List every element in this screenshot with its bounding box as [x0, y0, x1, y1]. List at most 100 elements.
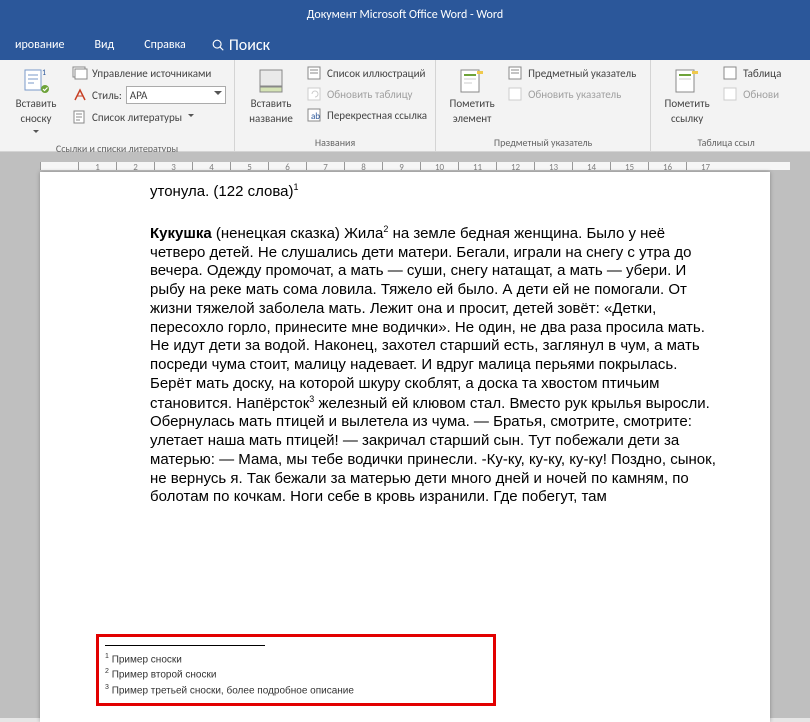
label: Предметный указатель	[528, 67, 636, 80]
group-label: Таблица ссыл	[657, 134, 795, 149]
table-icon	[723, 65, 739, 81]
document-page[interactable]: утонула. (122 слова)1 Кукушка (ненецкая …	[40, 172, 770, 722]
label: Обновить таблицу	[327, 88, 413, 101]
manage-sources-button[interactable]: Управление источниками	[70, 64, 228, 82]
footnote-separator	[105, 645, 265, 646]
footnote-text: Пример третьей сноски, более подробное о…	[112, 685, 354, 696]
ribbon: 1 Вставить сноску Управление источниками…	[0, 60, 810, 152]
crossref-icon: ab	[307, 107, 323, 123]
footnote-1[interactable]: 1 Пример сноски	[105, 652, 450, 667]
group-label: Предметный указатель	[442, 134, 644, 149]
title-bar: Документ Microsoft Office Word - Word	[0, 0, 810, 30]
label: Вставить	[251, 98, 292, 111]
label: Обнови	[743, 88, 779, 101]
label: Пометить	[665, 98, 710, 111]
ruler-tick: 7	[306, 162, 344, 170]
dropdown-arrow-icon	[33, 127, 39, 140]
footnote-text: Пример второй сноски	[112, 670, 217, 681]
document-workarea: 1 2 3 4 5 6 7 8 9 10 11 12 13 14 15 16 1…	[0, 152, 810, 718]
ribbon-group-citations: 1 Вставить сноску Управление источниками…	[0, 60, 235, 151]
ribbon-group-index: Пометить элемент Предметный указатель Об…	[436, 60, 651, 151]
text: (ненецкая сказка) Жила	[212, 225, 384, 242]
style-value: APA	[130, 89, 148, 102]
label: Таблица	[743, 67, 781, 80]
tab-help[interactable]: Справка	[129, 30, 201, 60]
paragraph[interactable]: утонула. (122 слова)1	[150, 182, 720, 202]
ruler-tick: 11	[458, 162, 496, 170]
footnote-text: Пример сноски	[112, 654, 182, 665]
citation-style-row: Стиль: APA	[70, 85, 228, 105]
caption-icon	[257, 67, 285, 95]
list-icon	[307, 65, 323, 81]
label: сноску	[20, 113, 51, 126]
ribbon-group-captions: Вставить название Список иллюстраций Обн…	[235, 60, 436, 151]
update-table-button: Обновить таблицу	[305, 85, 429, 103]
svg-text:ab: ab	[311, 111, 320, 122]
ruler-tick: 10	[420, 162, 458, 170]
ruler-tick: 12	[496, 162, 534, 170]
update-authorities-button: Обнови	[721, 85, 783, 103]
list-illustrations-button[interactable]: Список иллюстраций	[305, 64, 429, 82]
sources-icon	[72, 65, 88, 81]
ruler-tick: 15	[610, 162, 648, 170]
ribbon-group-authorities: Пометить ссылку Таблица Обнови Таблица с…	[651, 60, 801, 151]
style-select[interactable]: APA	[126, 86, 226, 104]
search-icon	[211, 38, 225, 52]
label: Обновить указатель	[528, 88, 621, 101]
index-icon	[508, 65, 524, 81]
label: Пометить	[450, 98, 495, 111]
table-authorities-button[interactable]: Таблица	[721, 64, 783, 82]
label: Список иллюстраций	[327, 67, 426, 80]
style-icon	[72, 87, 88, 103]
ruler-tick	[40, 162, 78, 170]
group-label: Названия	[241, 134, 429, 149]
ruler-tick: 16	[648, 162, 686, 170]
mark-entry-button[interactable]: Пометить элемент	[442, 64, 502, 134]
bibliography-button[interactable]: Список литературы	[70, 108, 228, 126]
update-icon	[307, 86, 323, 102]
footnote-ref-1[interactable]: 1	[294, 182, 299, 192]
window-title: Документ Microsoft Office Word - Word	[307, 8, 503, 22]
label: Управление источниками	[92, 67, 211, 80]
footnote-3[interactable]: 3 Пример третьей сноски, более подробное…	[105, 683, 450, 698]
insert-caption-button[interactable]: Вставить название	[241, 64, 301, 134]
update-icon	[508, 86, 524, 102]
ruler-tick: 17	[686, 162, 724, 170]
cross-reference-button[interactable]: ab Перекрестная ссылка	[305, 106, 429, 124]
ruler-tick: 9	[382, 162, 420, 170]
ruler-tick: 5	[230, 162, 268, 170]
label: ссылку	[671, 113, 703, 126]
mark-citation-icon	[673, 67, 701, 95]
insert-footnote-button[interactable]: 1 Вставить сноску	[6, 64, 66, 140]
subject-index-button[interactable]: Предметный указатель	[506, 64, 638, 82]
horizontal-ruler[interactable]: 1 2 3 4 5 6 7 8 9 10 11 12 13 14 15 16 1…	[40, 162, 790, 170]
ruler-tick: 4	[192, 162, 230, 170]
mark-citation-button[interactable]: Пометить ссылку	[657, 64, 717, 134]
ruler-tick: 13	[534, 162, 572, 170]
tab-review-partial[interactable]: ирование	[0, 30, 80, 60]
update-icon	[723, 86, 739, 102]
ruler-tick: 3	[154, 162, 192, 170]
label: Список литературы	[92, 111, 182, 124]
footnote-icon: 1	[22, 67, 50, 95]
ruler-tick: 14	[572, 162, 610, 170]
search-label: Поиск	[229, 36, 270, 55]
label: Стиль:	[92, 89, 122, 102]
label: Вставить	[16, 98, 57, 111]
footnote-2[interactable]: 2 Пример второй сноски	[105, 667, 450, 682]
ruler-tick: 6	[268, 162, 306, 170]
paragraph[interactable]: Кукушка (ненецкая сказка) Жила2 на земле…	[150, 224, 720, 507]
tab-view[interactable]: Вид	[80, 30, 130, 60]
mark-entry-icon	[458, 67, 486, 95]
ruler-tick: 1	[78, 162, 116, 170]
text: утонула. (122 слова)	[150, 183, 294, 200]
text: на земле бедная женщина. Было у неё четв…	[150, 225, 705, 412]
story-title: Кукушка	[150, 225, 212, 242]
ruler-tick: 2	[116, 162, 154, 170]
footnotes-area[interactable]: 1 Пример сноски 2 Пример второй сноски 3…	[105, 645, 450, 698]
svg-text:1: 1	[42, 68, 46, 78]
bibliography-icon	[72, 109, 88, 125]
search-box[interactable]: Поиск	[201, 36, 270, 55]
menu-bar: ирование Вид Справка Поиск	[0, 30, 810, 60]
update-index-button: Обновить указатель	[506, 85, 638, 103]
